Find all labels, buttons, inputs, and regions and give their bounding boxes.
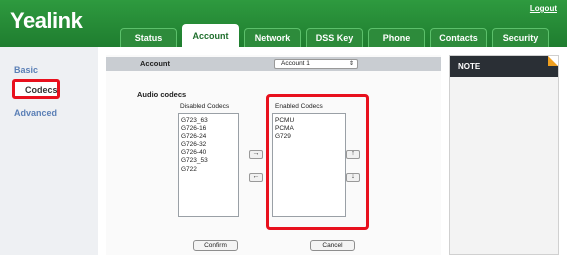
move-right-button[interactable]: → [249,150,263,159]
tab-contacts[interactable]: Contacts [430,28,487,47]
disabled-codecs-title: Disabled Codecs [180,103,230,110]
dropdown-arrows-icon: ⇕ [348,61,354,67]
list-item[interactable]: G722 [181,166,236,174]
confirm-button[interactable]: Confirm [193,240,238,251]
tab-dss-key[interactable]: DSS Key [306,28,363,47]
account-select[interactable]: Account 1 ⇕ [274,59,358,69]
disabled-codecs-list[interactable]: G723_63 G726-16 G726-24 G726-32 G726-40 … [178,113,239,217]
account-select-value: Account 1 [281,60,310,67]
move-left-button[interactable]: ← [249,173,263,182]
tab-account[interactable]: Account [182,24,239,47]
page-corner-icon [548,56,558,66]
top-header: Yealink Logout Status Account Network DS… [0,0,567,47]
list-item[interactable]: G723_53 [181,157,236,165]
enabled-codecs-highlight [266,94,369,230]
sidebar-item-basic[interactable]: Basic [14,65,38,75]
sidebar-item-codecs[interactable]: Codecs [12,79,60,99]
tab-status[interactable]: Status [120,28,177,47]
cancel-button[interactable]: Cancel [310,240,355,251]
account-label: Account [140,59,170,68]
tab-network[interactable]: Network [244,28,301,47]
note-panel: NOTE [449,55,559,255]
list-item[interactable]: G726-24 [181,133,236,141]
sidebar-item-label: Codecs [25,85,58,95]
list-item[interactable]: G726-40 [181,149,236,157]
sidebar-item-advanced[interactable]: Advanced [14,108,57,118]
audio-codecs-title: Audio codecs [137,90,187,99]
note-header: NOTE [450,56,558,77]
arrow-left-icon: ← [252,173,260,180]
list-item[interactable]: G726-32 [181,141,236,149]
account-bar: Account Account 1 ⇕ [106,57,441,71]
list-item[interactable]: G723_63 [181,117,236,125]
tab-security[interactable]: Security [492,28,549,47]
list-item[interactable]: G726-16 [181,125,236,133]
brand-logo: Yealink [10,8,83,33]
arrow-right-icon: → [252,150,260,157]
note-title: NOTE [458,62,481,71]
logout-link[interactable]: Logout [530,4,557,13]
tab-phone[interactable]: Phone [368,28,425,47]
